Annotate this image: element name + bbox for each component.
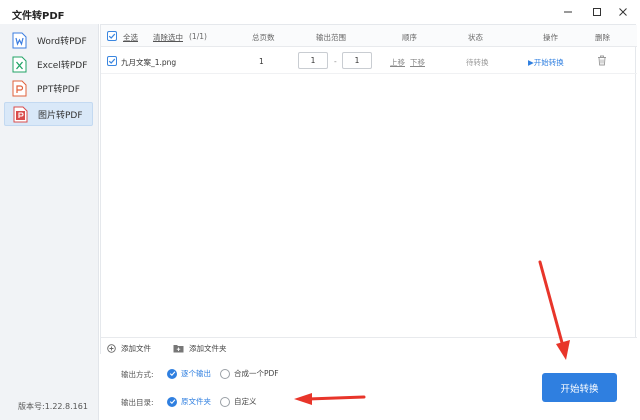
title-bar: 文件转PDF xyxy=(0,0,640,24)
radio-label: 逐个输出 xyxy=(181,369,211,378)
column-header-status: 状态 xyxy=(468,33,483,42)
radio-checked-icon xyxy=(167,396,177,407)
select-all-link[interactable]: 全选 xyxy=(123,32,138,43)
minimize-button[interactable] xyxy=(560,4,576,20)
radio-checked-icon xyxy=(167,368,177,379)
app-title: 文件转PDF xyxy=(12,11,65,22)
radio-unchecked-icon xyxy=(220,368,230,379)
sidebar-item-ppt[interactable]: PPT转PDF xyxy=(4,76,93,100)
sidebar-item-label: 图片转PDF xyxy=(38,110,83,121)
column-header-delete: 删除 xyxy=(595,33,610,42)
sidebar-item-word[interactable]: Word转PDF xyxy=(4,28,93,52)
table-row: 九月文案_1.png 1 1 - 1 上移 下移 待转换 ▶开始转换 xyxy=(101,48,637,74)
ppt-doc-icon xyxy=(12,80,27,96)
select-all-checkbox[interactable] xyxy=(107,31,117,41)
sidebar-item-label: Excel转PDF xyxy=(37,60,88,71)
range-to-input[interactable]: 1 xyxy=(342,52,372,69)
word-doc-icon xyxy=(12,32,27,48)
file-name: 九月文案_1.png xyxy=(121,58,177,67)
sidebar-item-image[interactable]: 图片转PDF xyxy=(4,102,93,126)
output-dir-radio-custom[interactable]: 自定义 xyxy=(220,396,257,407)
start-conversion-button[interactable]: 开始转换 xyxy=(542,373,617,402)
page-count: 1 xyxy=(259,57,264,66)
status-text: 待转换 xyxy=(466,58,489,67)
column-header-pages: 总页数 xyxy=(252,33,275,42)
add-folder-label: 添加文件夹 xyxy=(189,344,227,353)
add-file-button[interactable]: 添加文件 xyxy=(107,343,151,354)
radio-label: 自定义 xyxy=(234,397,257,406)
minimize-icon xyxy=(564,11,572,13)
add-circle-icon xyxy=(107,344,116,353)
column-header-range: 输出范围 xyxy=(316,33,346,42)
radio-label: 原文件夹 xyxy=(181,397,211,406)
output-mode-radio-individual[interactable]: 逐个输出 xyxy=(167,368,211,379)
add-folder-icon xyxy=(173,345,184,353)
sidebar: Word转PDF Excel转PDF PPT转PDF 图片转PDF 版本号:1.… xyxy=(0,24,99,420)
radio-label: 合成一个PDF xyxy=(234,369,279,378)
check-icon xyxy=(108,58,116,64)
sidebar-item-excel[interactable]: Excel转PDF xyxy=(4,52,93,76)
column-header-order: 顺序 xyxy=(402,33,417,42)
excel-doc-icon xyxy=(12,56,27,72)
clear-selected-link[interactable]: 清除选中 xyxy=(153,32,183,43)
file-actions-bar: 添加文件 添加文件夹 xyxy=(101,337,637,355)
row-checkbox[interactable] xyxy=(107,56,117,66)
add-folder-button[interactable]: 添加文件夹 xyxy=(173,343,227,354)
annotation-arrow-icon xyxy=(294,393,366,405)
close-button[interactable] xyxy=(615,4,631,20)
maximize-button[interactable] xyxy=(589,4,605,20)
selected-count: (1/1) xyxy=(189,32,207,41)
move-up-link[interactable]: 上移 xyxy=(390,57,405,68)
move-down-link[interactable]: 下移 xyxy=(410,57,425,68)
output-dir-label: 输出目录: xyxy=(121,398,154,407)
close-icon xyxy=(619,8,627,16)
delete-button[interactable] xyxy=(597,55,607,68)
table-header: 全选 清除选中 (1/1) 总页数 输出范围 顺序 状态 操作 删除 xyxy=(101,25,637,47)
column-header-action: 操作 xyxy=(543,33,558,42)
add-file-label: 添加文件 xyxy=(121,344,151,353)
file-list-panel: 全选 清除选中 (1/1) 总页数 输出范围 顺序 状态 操作 删除 九月文案_… xyxy=(100,24,637,355)
range-separator: - xyxy=(334,57,337,66)
radio-unchecked-icon xyxy=(220,396,230,407)
output-dir-radio-original[interactable]: 原文件夹 xyxy=(167,396,211,407)
check-icon xyxy=(108,33,116,39)
output-mode-label: 输出方式: xyxy=(121,370,154,379)
sidebar-item-label: Word转PDF xyxy=(37,36,87,47)
sidebar-item-label: PPT转PDF xyxy=(37,84,80,95)
image-doc-icon xyxy=(13,106,28,122)
start-row-conversion-button[interactable]: ▶开始转换 xyxy=(528,57,564,68)
maximize-icon xyxy=(593,8,601,16)
range-from-input[interactable]: 1 xyxy=(298,52,328,69)
output-mode-radio-merge[interactable]: 合成一个PDF xyxy=(220,368,279,379)
trash-icon xyxy=(598,55,606,66)
version-label: 版本号:1.22.8.161 xyxy=(18,402,88,411)
